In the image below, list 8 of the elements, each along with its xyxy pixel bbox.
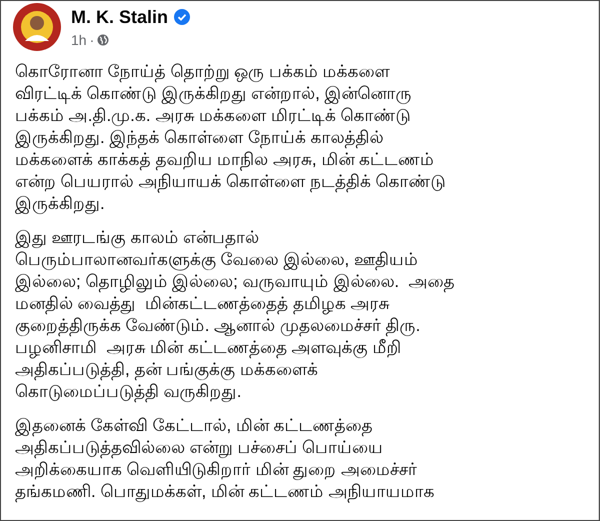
- post-paragraph: கொரோனா நோய்த் தொற்று ஒரு பக்கம் மக்களை விரட்டிக் கொண்டு இருக்கிறது என்றால், இன்னொரு பக்கம் அ.தி.மு.க. அரசு மக்களை மிரட்டிக் கொண்டு இருக்கிறது. இந்தக் கொள்ளை நோய்க் காலத்தில் மக்களைக் காக்கத் தவறிய மாநில அரசு, மின் கட்டணம் என்ற பெயரால் அநியாயக் கொள்ளை நடத்திக் கொண்டு இருக்கிறது.: [15, 61, 447, 215]
- author-name[interactable]: M. K. Stalin: [71, 6, 168, 28]
- post-paragraph: இது ஊரடங்கு காலம் என்பதால் பெரும்பாலானவர்களுக்கு வேலை இல்லை, ஊதியம் இல்லை; தொழிலும் இல்லை; வருவாயும் இல்லை. அதை மனதில் வைத்து மின்கட்டணத்தைத் தமிழக அரசு குறைத்திருக்க வேண்டும். ஆனால் முதலமைச்சர் திரு. பழனிசாமி அரசு மின் கட்டணத்தை அளவுக்கு மீறி அதிகப்படுத்தி, தன் பங்குக்கு மக்களைக் கொடுமைப்படுத்தி வருகிறது.: [15, 227, 456, 403]
- globe-icon: [97, 34, 110, 46]
- post-paragraph: இதனைக் கேள்வி கேட்டால், மின் கட்டணத்தை அதிகப்படுத்தவில்லை என்று பச்சைப் பொய்யை அறிக்கையாக வெளியிடுகிறார் மின் துறை அமைச்சர் தங்கமணி. பொதுமக்கள், மின் கட்டணம் அநியாயமாக: [15, 415, 436, 503]
- post-time[interactable]: 1h: [71, 32, 87, 48]
- avatar[interactable]: [13, 3, 61, 51]
- separator-dot: ·: [90, 32, 94, 48]
